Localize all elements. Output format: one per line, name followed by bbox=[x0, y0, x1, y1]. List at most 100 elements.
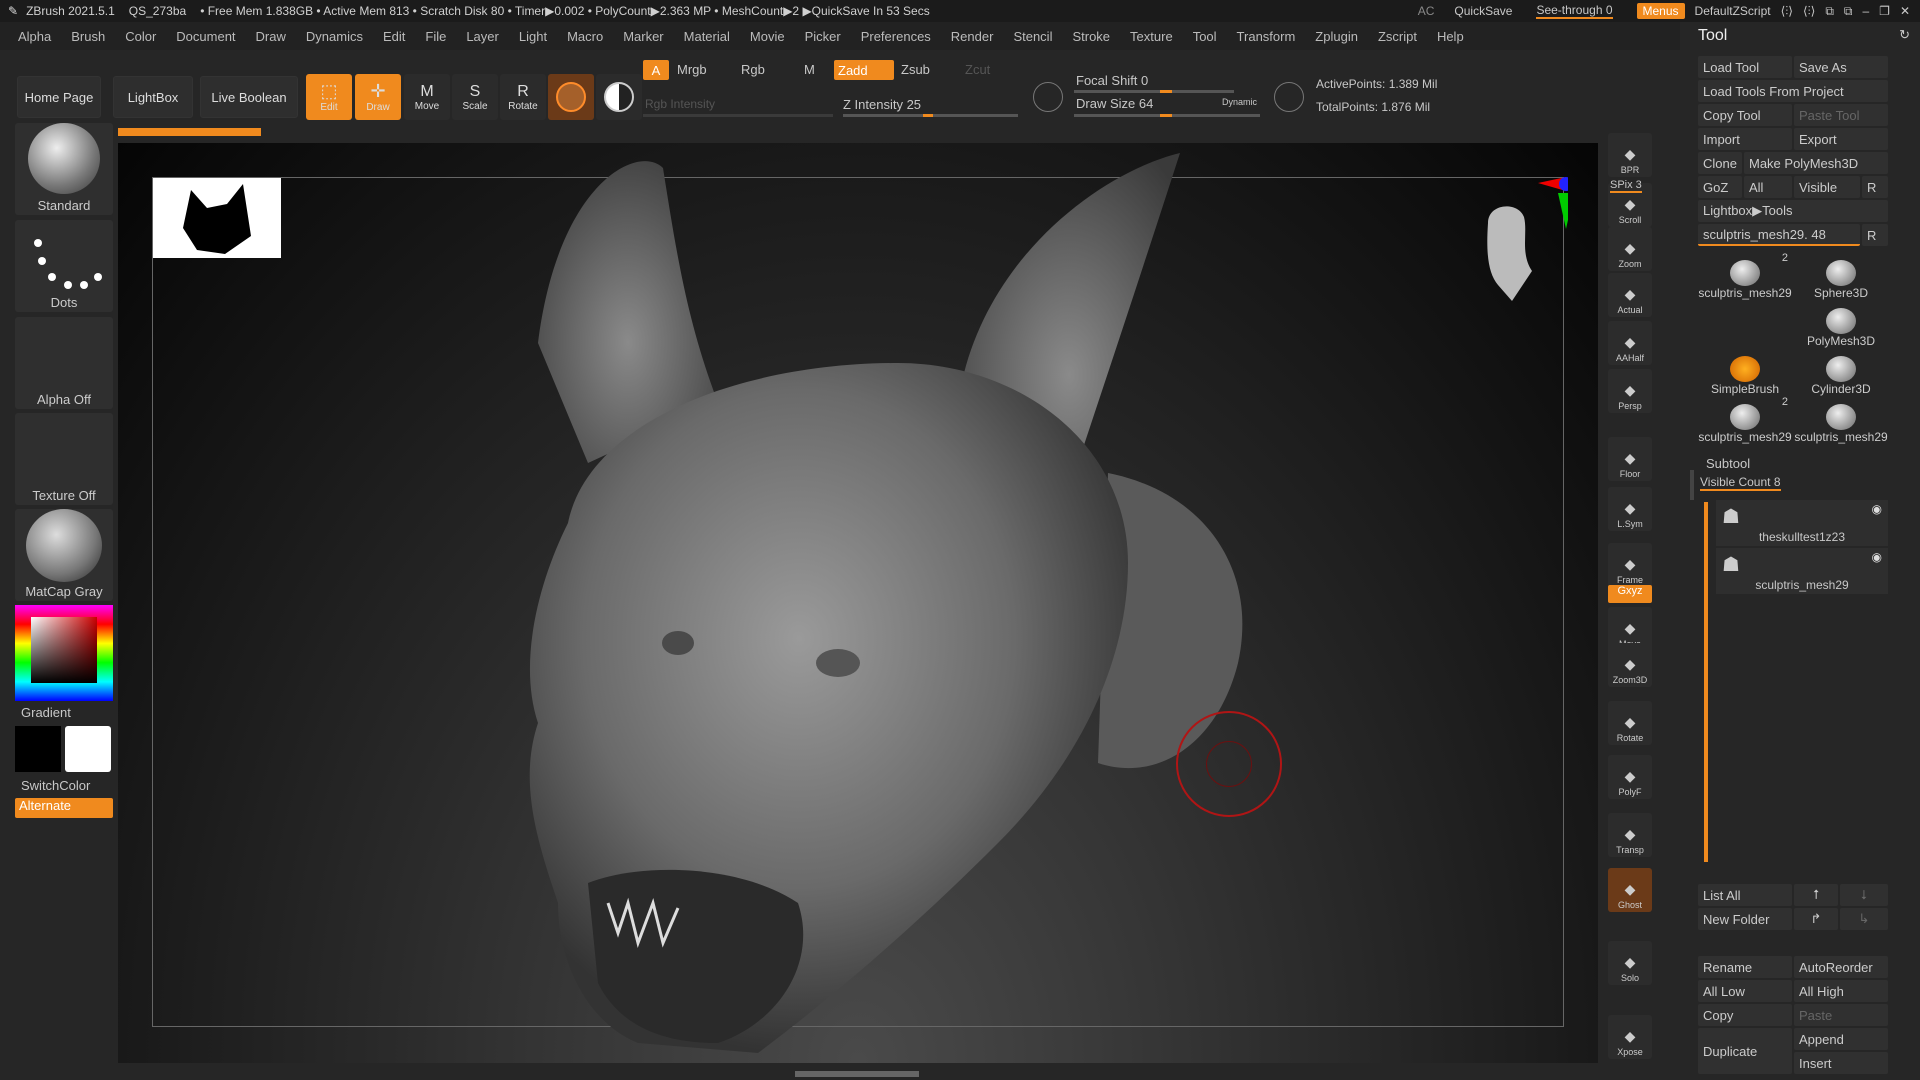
load-from-project-button[interactable]: Load Tools From Project bbox=[1698, 80, 1888, 102]
export-button[interactable]: Export bbox=[1794, 128, 1888, 150]
shelf-rotate-button[interactable]: ◆ Rotate bbox=[1608, 701, 1652, 745]
menu-layer[interactable]: Layer bbox=[456, 29, 509, 44]
close-icon[interactable]: ✕ bbox=[1900, 4, 1910, 18]
secondary-color-swatch[interactable] bbox=[65, 726, 111, 772]
home-page-button[interactable]: Home Page bbox=[17, 76, 101, 118]
menu-stroke[interactable]: Stroke bbox=[1062, 29, 1120, 44]
shelf-transp-button[interactable]: ◆ Transp bbox=[1608, 813, 1652, 857]
menu-brush[interactable]: Brush bbox=[61, 29, 115, 44]
texture-selector[interactable]: Texture Off bbox=[15, 413, 113, 505]
menu-movie[interactable]: Movie bbox=[740, 29, 795, 44]
scale-button[interactable]: S Scale bbox=[452, 74, 498, 120]
save-as-button[interactable]: Save As bbox=[1794, 56, 1888, 78]
menu-stencil[interactable]: Stencil bbox=[1003, 29, 1062, 44]
visible-count-slider[interactable]: Visible Count 8 bbox=[1700, 475, 1781, 491]
current-tool-slider[interactable]: sculptris_mesh29. 48 bbox=[1698, 224, 1860, 246]
shelf-polyf-button[interactable]: ◆ PolyF bbox=[1608, 755, 1652, 799]
panel-collapse-handle[interactable] bbox=[1690, 470, 1694, 500]
menu-help[interactable]: Help bbox=[1427, 29, 1474, 44]
canvas-scroll-handle[interactable] bbox=[795, 1071, 919, 1077]
window-icon[interactable]: ⧉ bbox=[1825, 4, 1834, 19]
move-up-icon[interactable]: ⭡ bbox=[1794, 884, 1838, 906]
dynamic-size-icon[interactable] bbox=[1274, 82, 1304, 112]
maximize-icon[interactable]: ❐ bbox=[1879, 4, 1890, 18]
menus-button[interactable]: Menus bbox=[1636, 3, 1685, 19]
material-sphere-button[interactable] bbox=[548, 74, 594, 120]
zcut-toggle[interactable]: Zcut bbox=[965, 62, 990, 77]
z-intensity-slider[interactable]: Z Intensity 25 bbox=[843, 97, 921, 112]
auto-reorder-button[interactable]: AutoReorder bbox=[1794, 956, 1888, 978]
menu-zplugin[interactable]: Zplugin bbox=[1305, 29, 1368, 44]
lightbox-tools-button[interactable]: Lightbox▶Tools bbox=[1698, 200, 1888, 222]
shelf-actual-button[interactable]: ◆ Actual bbox=[1608, 273, 1652, 317]
goz-r-button[interactable]: R bbox=[1862, 176, 1888, 198]
menu-macro[interactable]: Macro bbox=[557, 29, 613, 44]
tool-thumbnail[interactable]: sculptris_mesh29 2 bbox=[1698, 396, 1792, 444]
menu-document[interactable]: Document bbox=[166, 29, 245, 44]
menu-edit[interactable]: Edit bbox=[373, 29, 415, 44]
shelf-xpose-button[interactable]: ◆ Xpose bbox=[1608, 1015, 1652, 1059]
shelf-aahalf-button[interactable]: ◆ AAHalf bbox=[1608, 321, 1652, 365]
menu-picker[interactable]: Picker bbox=[795, 29, 851, 44]
menu-color[interactable]: Color bbox=[115, 29, 166, 44]
menu-zscript[interactable]: Zscript bbox=[1368, 29, 1427, 44]
rgb-intensity-slider[interactable]: Rgb Intensity bbox=[645, 97, 715, 111]
load-tool-button[interactable]: Load Tool bbox=[1698, 56, 1792, 78]
rotate-button[interactable]: R Rotate bbox=[500, 74, 546, 120]
alpha-selector[interactable]: Alpha Off bbox=[15, 317, 113, 409]
import-button[interactable]: Import bbox=[1698, 128, 1792, 150]
menu-texture[interactable]: Texture bbox=[1120, 29, 1183, 44]
tool-thumbnail[interactable]: Cylinder3D bbox=[1794, 348, 1888, 396]
current-tool-r-button[interactable]: R bbox=[1862, 224, 1888, 246]
live-boolean-button[interactable]: Live Boolean bbox=[200, 76, 298, 118]
rename-button[interactable]: Rename bbox=[1698, 956, 1792, 978]
shelf-bpr-button[interactable]: ◆ BPR bbox=[1608, 133, 1652, 177]
shelf-frame-button[interactable]: ◆ Frame bbox=[1608, 543, 1652, 587]
shelf-floor-button[interactable]: ◆ Floor bbox=[1608, 437, 1652, 481]
menu-light[interactable]: Light bbox=[509, 29, 557, 44]
m-toggle[interactable]: M bbox=[804, 62, 815, 77]
layout-icon[interactable]: ⟨⫶⟩ bbox=[1781, 4, 1793, 19]
shelf-persp-button[interactable]: ◆ Persp bbox=[1608, 369, 1652, 413]
layout2-icon[interactable]: ⟨⫶⟩ bbox=[1803, 4, 1815, 19]
mrgb-toggle[interactable]: Mrgb bbox=[677, 62, 707, 77]
move-button[interactable]: M Move bbox=[404, 74, 450, 120]
focal-shift-slider[interactable]: Focal Shift 0 bbox=[1076, 73, 1148, 88]
paste-subtool-button[interactable]: Paste bbox=[1794, 1004, 1888, 1026]
ac-label[interactable]: AC bbox=[1418, 4, 1435, 18]
main-color-swatch[interactable] bbox=[15, 726, 61, 772]
see-through-slider[interactable]: See-through 0 bbox=[1536, 3, 1613, 19]
menu-dynamics[interactable]: Dynamics bbox=[296, 29, 373, 44]
color-picker[interactable] bbox=[15, 605, 113, 701]
move-down-icon[interactable]: ⭣ bbox=[1840, 884, 1888, 906]
minimize-icon[interactable]: – bbox=[1862, 4, 1869, 18]
folder-arrow-icon[interactable]: ↱ bbox=[1794, 908, 1838, 930]
new-folder-button[interactable]: New Folder bbox=[1698, 908, 1792, 930]
paste-tool-button[interactable]: Paste Tool bbox=[1794, 104, 1888, 126]
alternate-button[interactable]: Alternate bbox=[15, 798, 113, 818]
zsub-toggle[interactable]: Zsub bbox=[901, 62, 930, 77]
refresh-icon[interactable]: ↻ bbox=[1899, 27, 1910, 43]
tool-thumbnail[interactable]: Sphere3D bbox=[1794, 252, 1888, 300]
draw-size-slider[interactable]: Draw Size 64 bbox=[1076, 96, 1153, 111]
draw-button[interactable]: ✛ Draw bbox=[355, 74, 401, 120]
shelf-zoom3d-button[interactable]: ◆ Zoom3D bbox=[1608, 643, 1652, 687]
focal-lazy-icon[interactable] bbox=[1033, 82, 1063, 112]
color-sphere-button[interactable] bbox=[596, 74, 642, 120]
make-polymesh-button[interactable]: Make PolyMesh3D bbox=[1744, 152, 1888, 174]
tool-thumbnail[interactable]: sculptris_mesh29 2 bbox=[1698, 252, 1792, 300]
shelf-solo-button[interactable]: ◆ Solo bbox=[1608, 941, 1652, 985]
visibility-eye-icon[interactable]: ◉ bbox=[1872, 550, 1882, 564]
menu-material[interactable]: Material bbox=[674, 29, 740, 44]
subtool-scrollbar[interactable] bbox=[1704, 502, 1708, 862]
copy-tool-button[interactable]: Copy Tool bbox=[1698, 104, 1792, 126]
append-button[interactable]: Append bbox=[1794, 1028, 1888, 1050]
all-high-button[interactable]: All High bbox=[1794, 980, 1888, 1002]
duplicate-button[interactable]: Duplicate bbox=[1698, 1028, 1792, 1074]
tool-thumbnail[interactable]: sculptris_mesh29 bbox=[1794, 396, 1888, 444]
rgb-toggle[interactable]: Rgb bbox=[741, 62, 765, 77]
spix-slider[interactable]: SPix 3 bbox=[1610, 179, 1642, 193]
a-toggle[interactable]: A bbox=[643, 60, 669, 80]
zscript-label[interactable]: DefaultZScript bbox=[1695, 4, 1771, 18]
shelf-zoom-button[interactable]: ◆ Zoom bbox=[1608, 227, 1652, 271]
